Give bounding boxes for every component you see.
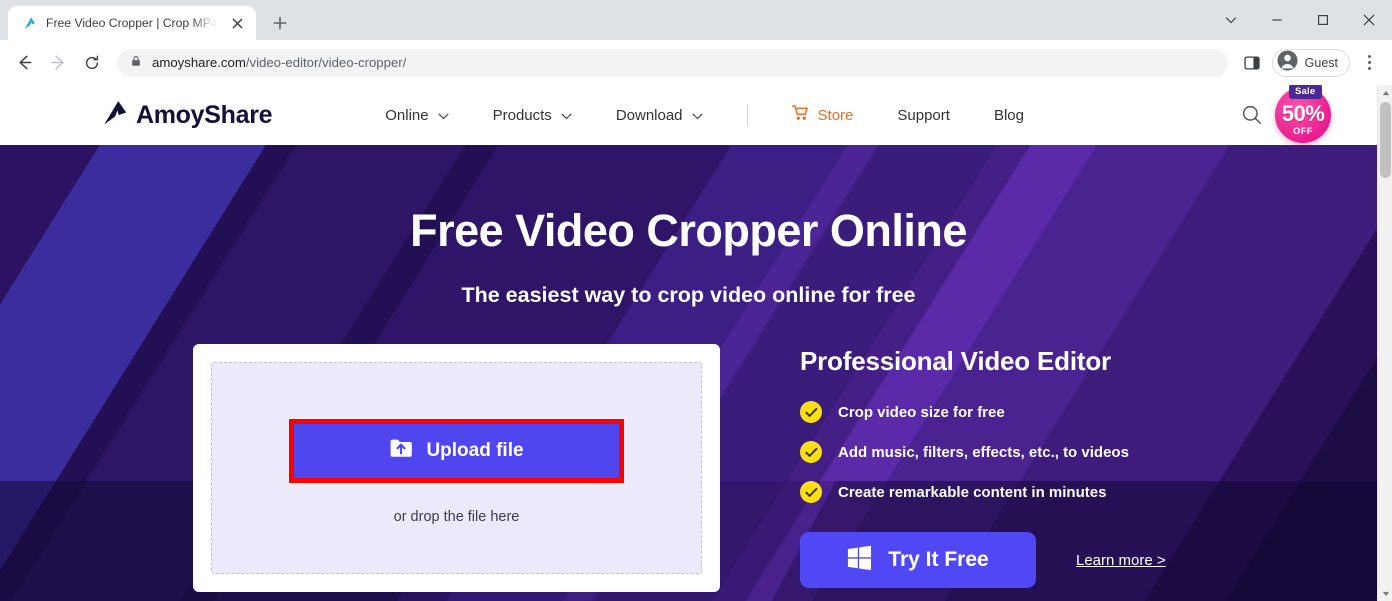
check-icon <box>800 481 822 503</box>
back-button[interactable] <box>8 47 40 79</box>
browser-toolbar: amoyshare.com/video-editor/video-cropper… <box>0 40 1392 85</box>
web-page: AmoyShare Online Products Download Store… <box>0 85 1377 601</box>
chevron-down-icon <box>438 107 449 124</box>
scrollbar-up-arrow-icon[interactable] <box>1378 85 1392 100</box>
feature-label: Add music, filters, effects, etc., to vi… <box>838 443 1129 461</box>
chevron-down-icon[interactable] <box>1208 0 1254 40</box>
hero-columns: Upload file or drop the file here Profes… <box>0 344 1377 592</box>
url-text: amoyshare.com/video-editor/video-cropper… <box>152 55 407 70</box>
dropzone[interactable]: Upload file or drop the file here <box>211 362 702 574</box>
list-item: Add music, filters, effects, etc., to vi… <box>800 441 1166 463</box>
sale-tag-label: Sale <box>1288 85 1323 99</box>
browser-tab[interactable]: Free Video Cropper | Crop MP4 O <box>8 6 256 40</box>
upload-card: Upload file or drop the file here <box>193 344 720 592</box>
nav-label: Blog <box>993 106 1024 124</box>
promo-panel: Professional Video Editor Crop video siz… <box>800 344 1166 592</box>
windows-logo-icon <box>847 545 872 576</box>
site-logo-text: AmoyShare <box>136 100 273 129</box>
amoyshare-arrow-icon <box>21 15 37 31</box>
forward-button[interactable] <box>42 47 74 79</box>
list-item: Crop video size for free <box>800 401 1166 423</box>
feature-label: Crop video size for free <box>838 403 1005 421</box>
page-title: Free Video Cropper Online <box>410 205 967 256</box>
promo-title: Professional Video Editor <box>800 346 1111 376</box>
learn-more-link[interactable]: Learn more > <box>1076 552 1166 569</box>
hero-content: Free Video Cropper Online The easiest wa… <box>0 145 1377 601</box>
sale-off-label: OFF <box>1293 126 1313 136</box>
sale-percent: 50% <box>1281 101 1325 126</box>
check-icon <box>800 441 822 463</box>
header-right: Sale 50% OFF <box>1235 85 1331 143</box>
upload-highlight-box: Upload file <box>289 419 624 483</box>
hero-section: Free Video Cropper Online The easiest wa… <box>0 145 1377 601</box>
list-item: Create remarkable content in minutes <box>800 481 1166 503</box>
amoyshare-logo-icon <box>100 100 130 131</box>
nav-item-support[interactable]: Support <box>875 107 972 124</box>
nav-divider <box>746 104 748 126</box>
kebab-menu-icon[interactable] <box>1354 48 1384 78</box>
main-nav: Online Products Download Store Support B… <box>385 104 1046 126</box>
nav-label: Products <box>492 106 552 124</box>
scrollbar-thumb[interactable] <box>1380 102 1391 178</box>
profile-chip[interactable]: Guest <box>1271 48 1350 77</box>
lock-icon <box>130 54 142 72</box>
maximize-button[interactable] <box>1300 0 1346 40</box>
page-subtitle: The easiest way to crop video online for… <box>461 283 916 307</box>
feature-list: Crop video size for free Add music, filt… <box>800 401 1166 503</box>
search-icon[interactable] <box>1235 98 1269 132</box>
side-panel-icon[interactable] <box>1236 47 1268 79</box>
address-bar[interactable]: amoyshare.com/video-editor/video-cropper… <box>117 48 1228 77</box>
sale-badge[interactable]: Sale 50% OFF <box>1275 85 1331 143</box>
try-it-free-button[interactable]: Try It Free <box>800 532 1036 588</box>
chevron-down-icon <box>692 107 703 124</box>
nav-item-products[interactable]: Products <box>471 107 594 124</box>
check-icon <box>800 401 822 423</box>
page-scrollbar[interactable] <box>1377 85 1392 601</box>
upload-file-button[interactable]: Upload file <box>294 424 619 478</box>
cta-row: Try It Free Learn more > <box>800 532 1166 588</box>
close-window-button[interactable] <box>1346 0 1392 40</box>
shopping-cart-icon <box>791 105 809 125</box>
close-tab-icon[interactable] <box>228 14 246 32</box>
scrollbar-down-arrow-icon[interactable] <box>1378 586 1392 601</box>
toolbar-right-actions: Guest <box>1236 47 1384 79</box>
upload-file-label: Upload file <box>426 440 524 461</box>
window-controls <box>1208 0 1392 40</box>
nav-item-online[interactable]: Online <box>385 107 470 124</box>
nav-item-blog[interactable]: Blog <box>972 107 1046 124</box>
drop-hint-text: or drop the file here <box>393 509 520 525</box>
nav-label: Support <box>897 106 950 124</box>
site-logo[interactable]: AmoyShare <box>100 100 273 131</box>
folder-upload-icon <box>389 437 413 465</box>
page-viewport: AmoyShare Online Products Download Store… <box>0 85 1392 601</box>
tab-title: Free Video Cropper | Crop MP4 O <box>46 16 219 30</box>
nav-label: Download <box>615 106 683 124</box>
nav-label: Online <box>385 106 429 124</box>
site-header: AmoyShare Online Products Download Store… <box>0 85 1377 145</box>
nav-item-download[interactable]: Download <box>594 107 725 124</box>
nav-item-store[interactable]: Store <box>770 105 876 125</box>
try-it-free-label: Try It Free <box>888 548 989 571</box>
nav-label: Store <box>817 106 854 124</box>
chevron-down-icon <box>561 107 572 124</box>
tab-strip: Free Video Cropper | Crop MP4 O <box>0 0 1392 40</box>
avatar <box>1277 49 1298 76</box>
new-tab-button[interactable] <box>266 9 294 37</box>
browser-chrome: Free Video Cropper | Crop MP4 O amoyshar… <box>0 0 1392 85</box>
profile-name: Guest <box>1304 55 1338 70</box>
feature-label: Create remarkable content in minutes <box>838 483 1107 501</box>
reload-button[interactable] <box>76 47 108 79</box>
minimize-button[interactable] <box>1254 0 1300 40</box>
